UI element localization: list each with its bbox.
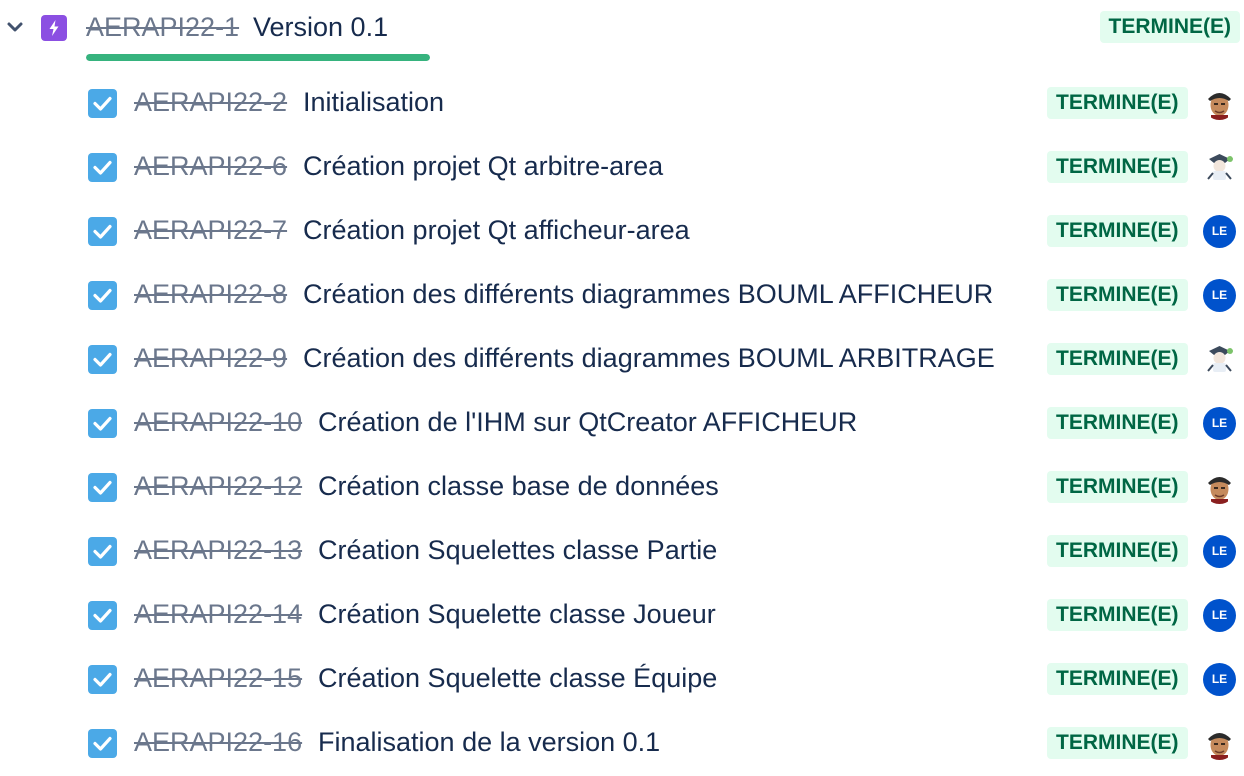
assignee-avatar-character-icon[interactable] [1203,151,1236,184]
issue-summary[interactable]: Initialisation [303,85,444,119]
epic-status-badge: TERMINE(E) [1099,11,1240,43]
task-checkbox-icon [88,729,117,758]
task-checkbox-icon [88,601,117,630]
task-checkbox-icon [88,345,117,374]
issue-status-badge: TERMINE(E) [1047,599,1188,631]
issue-summary[interactable]: Création classe base de données [318,469,719,503]
issue-summary[interactable]: Création Squelettes classe Partie [318,533,717,567]
task-checkbox-icon [88,665,117,694]
issue-status-badge: TERMINE(E) [1047,151,1188,183]
task-checkbox-icon [88,217,117,246]
issue-status-badge: TERMINE(E) [1047,727,1188,759]
task-checkbox-icon [88,537,117,566]
assignee-avatar-character-icon[interactable] [1203,343,1236,376]
issue-summary[interactable]: Création Squelette classe Joueur [318,597,716,631]
issue-key-link[interactable]: AERAPI22-13 [134,533,302,567]
epic-progress-bar [86,54,430,61]
issue-row[interactable]: AERAPI22-8 Création des différents diagr… [0,264,1244,328]
task-checkbox-icon [88,473,117,502]
issue-row[interactable]: AERAPI22-7 Création projet Qt afficheur-… [0,200,1244,264]
issue-key-link[interactable]: AERAPI22-9 [134,341,287,375]
assignee-avatar-person-icon[interactable] [1203,87,1236,120]
task-checkbox-icon [88,89,117,118]
issue-row[interactable]: AERAPI22-13 Création Squelettes classe P… [0,520,1244,584]
issue-status-badge: TERMINE(E) [1047,343,1188,375]
chevron-down-icon[interactable] [6,18,24,36]
issue-status-badge: TERMINE(E) [1047,87,1188,119]
issue-status-badge: TERMINE(E) [1047,535,1188,567]
issue-key-link[interactable]: AERAPI22-15 [134,661,302,695]
issue-row[interactable]: AERAPI22-10 Création de l'IHM sur QtCrea… [0,392,1244,456]
epic-lightning-icon [41,15,67,41]
issue-key-link[interactable]: AERAPI22-16 [134,725,302,759]
issue-key-link[interactable]: AERAPI22-14 [134,597,302,631]
epic-title[interactable]: Version 0.1 [253,10,388,44]
issue-status-badge: TERMINE(E) [1047,215,1188,247]
issue-summary[interactable]: Finalisation de la version 0.1 [318,725,660,759]
issue-list: AERAPI22-2 Initialisation TERMINE(E) AER… [0,72,1244,776]
issue-status-badge: TERMINE(E) [1047,407,1188,439]
issue-summary[interactable]: Création projet Qt arbitre-area [303,149,663,183]
issue-summary[interactable]: Création Squelette classe Équipe [318,661,717,695]
task-checkbox-icon [88,153,117,182]
assignee-avatar-initials[interactable]: LE [1203,407,1236,440]
assignee-avatar-initials[interactable]: LE [1203,599,1236,632]
issue-summary[interactable]: Création de l'IHM sur QtCreator AFFICHEU… [318,405,857,439]
issue-row[interactable]: AERAPI22-9 Création des différents diagr… [0,328,1244,392]
issue-status-badge: TERMINE(E) [1047,279,1188,311]
issue-row[interactable]: AERAPI22-14 Création Squelette classe Jo… [0,584,1244,648]
epic-progress-fill [86,54,430,61]
issue-summary[interactable]: Création des différents diagrammes BOUML… [303,341,995,375]
issue-key-link[interactable]: AERAPI22-8 [134,277,287,311]
assignee-avatar-person-icon[interactable] [1203,471,1236,504]
issue-summary[interactable]: Création projet Qt afficheur-area [303,213,690,247]
issue-row[interactable]: AERAPI22-15 Création Squelette classe Éq… [0,648,1244,712]
issue-key-link[interactable]: AERAPI22-12 [134,469,302,503]
issue-key-link[interactable]: AERAPI22-2 [134,85,287,119]
task-checkbox-icon [88,281,117,310]
issue-key-link[interactable]: AERAPI22-6 [134,149,287,183]
issue-status-badge: TERMINE(E) [1047,471,1188,503]
issue-summary[interactable]: Création des différents diagrammes BOUML… [303,277,993,311]
issue-row[interactable]: AERAPI22-16 Finalisation de la version 0… [0,712,1244,776]
epic-key-link[interactable]: AERAPI22-1 [86,10,239,44]
issue-row[interactable]: AERAPI22-2 Initialisation TERMINE(E) [0,72,1244,136]
assignee-avatar-initials[interactable]: LE [1203,215,1236,248]
task-checkbox-icon [88,409,117,438]
assignee-avatar-initials[interactable]: LE [1203,535,1236,568]
issue-key-link[interactable]: AERAPI22-7 [134,213,287,247]
epic-row[interactable]: AERAPI22-1 Version 0.1 TERMINE(E) [0,0,1244,61]
issue-status-badge: TERMINE(E) [1047,663,1188,695]
issue-row[interactable]: AERAPI22-6 Création projet Qt arbitre-ar… [0,136,1244,200]
assignee-avatar-initials[interactable]: LE [1203,663,1236,696]
assignee-avatar-person-icon[interactable] [1203,727,1236,760]
issue-key-link[interactable]: AERAPI22-10 [134,405,302,439]
issue-row[interactable]: AERAPI22-12 Création classe base de donn… [0,456,1244,520]
assignee-avatar-initials[interactable]: LE [1203,279,1236,312]
